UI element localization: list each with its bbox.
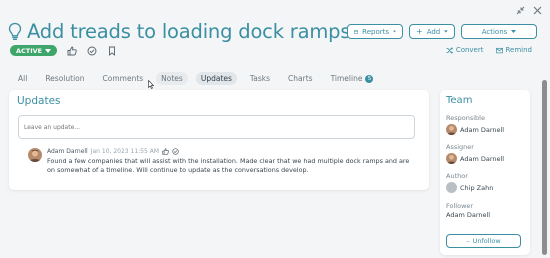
team-panel: Team Responsible Adam Darnell Assigner A… bbox=[440, 90, 530, 255]
page-title: Add treads to loading dock ramps bbox=[27, 20, 351, 43]
tab-label: Tasks bbox=[249, 74, 271, 83]
author-label: Author bbox=[446, 172, 468, 180]
remind-label: Remind bbox=[505, 46, 533, 54]
actions-label: Actions bbox=[481, 27, 508, 36]
tab-label: Notes bbox=[161, 74, 183, 83]
responsible-name: Adam Darnell bbox=[460, 125, 505, 134]
tab-resolution[interactable]: Resolution bbox=[40, 72, 89, 85]
update-text: Found a few companies that will assist w… bbox=[47, 157, 410, 174]
tab-label: Updates bbox=[200, 74, 232, 83]
chevron-down-icon bbox=[393, 30, 396, 33]
plus-icon: + bbox=[416, 27, 423, 36]
minus-icon: – bbox=[466, 237, 470, 245]
shuffle-icon bbox=[446, 46, 453, 54]
follower-name: Adam Darnell bbox=[446, 211, 491, 219]
updates-title: Updates bbox=[17, 95, 61, 107]
add-button[interactable]: + Add bbox=[409, 24, 455, 39]
tab-timeline[interactable]: Timeline 5 bbox=[326, 72, 379, 85]
header-buttons: Reports + Add Actions bbox=[347, 24, 537, 39]
update-body: Adam Darnell Jan 10, 2023 11:55 AM Found… bbox=[47, 148, 417, 175]
check-circle-icon[interactable] bbox=[87, 46, 97, 56]
header-links: Convert Remind bbox=[446, 46, 532, 54]
check-circle-icon[interactable] bbox=[172, 148, 179, 155]
update-input[interactable] bbox=[18, 115, 415, 139]
update-author: Adam Darnell bbox=[47, 148, 88, 155]
status-badge[interactable]: ACTIVE bbox=[10, 45, 58, 56]
assigner-person[interactable]: Adam Darnell bbox=[446, 153, 504, 164]
tab-updates[interactable]: Updates bbox=[195, 72, 237, 85]
chevron-down-icon bbox=[444, 30, 448, 33]
window-controls bbox=[516, 6, 542, 15]
actions-button[interactable]: Actions bbox=[461, 24, 537, 39]
tab-bar: All Resolution Comments Notes Updates Ta… bbox=[13, 72, 386, 85]
avatar bbox=[446, 153, 457, 164]
updates-panel: Updates Adam Darnell Jan 10, 2023 11:55 … bbox=[9, 90, 429, 190]
timeline-count-badge: 5 bbox=[365, 74, 374, 83]
tab-label: Charts bbox=[288, 74, 313, 83]
unfollow-label: Unfollow bbox=[472, 237, 501, 245]
lightbulb-icon bbox=[8, 22, 22, 41]
tab-tasks[interactable]: Tasks bbox=[245, 72, 275, 85]
responsible-person[interactable]: Adam Darnell bbox=[446, 124, 504, 135]
avatar bbox=[446, 124, 457, 135]
mail-icon bbox=[495, 47, 503, 53]
close-icon[interactable] bbox=[533, 6, 542, 15]
status-row: ACTIVE bbox=[10, 45, 117, 56]
assigner-name: Adam Darnell bbox=[460, 154, 505, 163]
status-label: ACTIVE bbox=[16, 46, 43, 55]
collapse-icon[interactable] bbox=[516, 6, 525, 15]
mouse-cursor-icon bbox=[148, 80, 154, 89]
thumbs-up-icon[interactable] bbox=[162, 148, 169, 155]
reports-button[interactable]: Reports bbox=[347, 24, 403, 39]
avatar-placeholder bbox=[446, 182, 457, 193]
chevron-down-icon bbox=[45, 48, 52, 53]
tab-label: Resolution bbox=[45, 74, 85, 83]
avatar bbox=[28, 148, 42, 162]
update-meta: Adam Darnell Jan 10, 2023 11:55 AM bbox=[47, 148, 417, 155]
tab-label: Timeline bbox=[330, 74, 363, 83]
title-row: Add treads to loading dock ramps #5305 bbox=[8, 20, 388, 43]
assigner-label: Assigner bbox=[446, 143, 474, 151]
unfollow-button[interactable]: – Unfollow bbox=[446, 234, 521, 248]
reports-icon bbox=[354, 29, 359, 34]
convert-label: Convert bbox=[455, 46, 484, 54]
remind-link[interactable]: Remind bbox=[495, 46, 533, 54]
follower-person[interactable]: Adam Darnell bbox=[446, 211, 490, 219]
update-entry: Adam Darnell Jan 10, 2023 11:55 AM Found… bbox=[28, 148, 418, 175]
reports-label: Reports bbox=[362, 27, 390, 36]
responsible-label: Responsible bbox=[446, 114, 485, 122]
update-timestamp: Jan 10, 2023 11:55 AM bbox=[90, 148, 159, 155]
tab-label: Comments bbox=[102, 74, 144, 83]
thumbs-up-icon[interactable] bbox=[67, 46, 77, 56]
bookmark-icon[interactable] bbox=[107, 46, 117, 56]
author-name: Chip Zahn bbox=[460, 183, 494, 192]
convert-link[interactable]: Convert bbox=[446, 46, 484, 54]
chevron-down-icon bbox=[511, 30, 517, 33]
add-label: Add bbox=[426, 27, 441, 36]
tab-notes[interactable]: Notes bbox=[156, 72, 188, 85]
tab-charts[interactable]: Charts bbox=[283, 72, 318, 85]
tab-all[interactable]: All bbox=[13, 72, 32, 85]
follower-label: Follower bbox=[446, 202, 474, 210]
tab-label: All bbox=[18, 74, 28, 83]
team-title: Team bbox=[446, 95, 473, 106]
author-person[interactable]: Chip Zahn bbox=[446, 182, 493, 193]
tab-comments[interactable]: Comments bbox=[98, 72, 149, 85]
scrollbar-thumb[interactable] bbox=[542, 80, 547, 255]
